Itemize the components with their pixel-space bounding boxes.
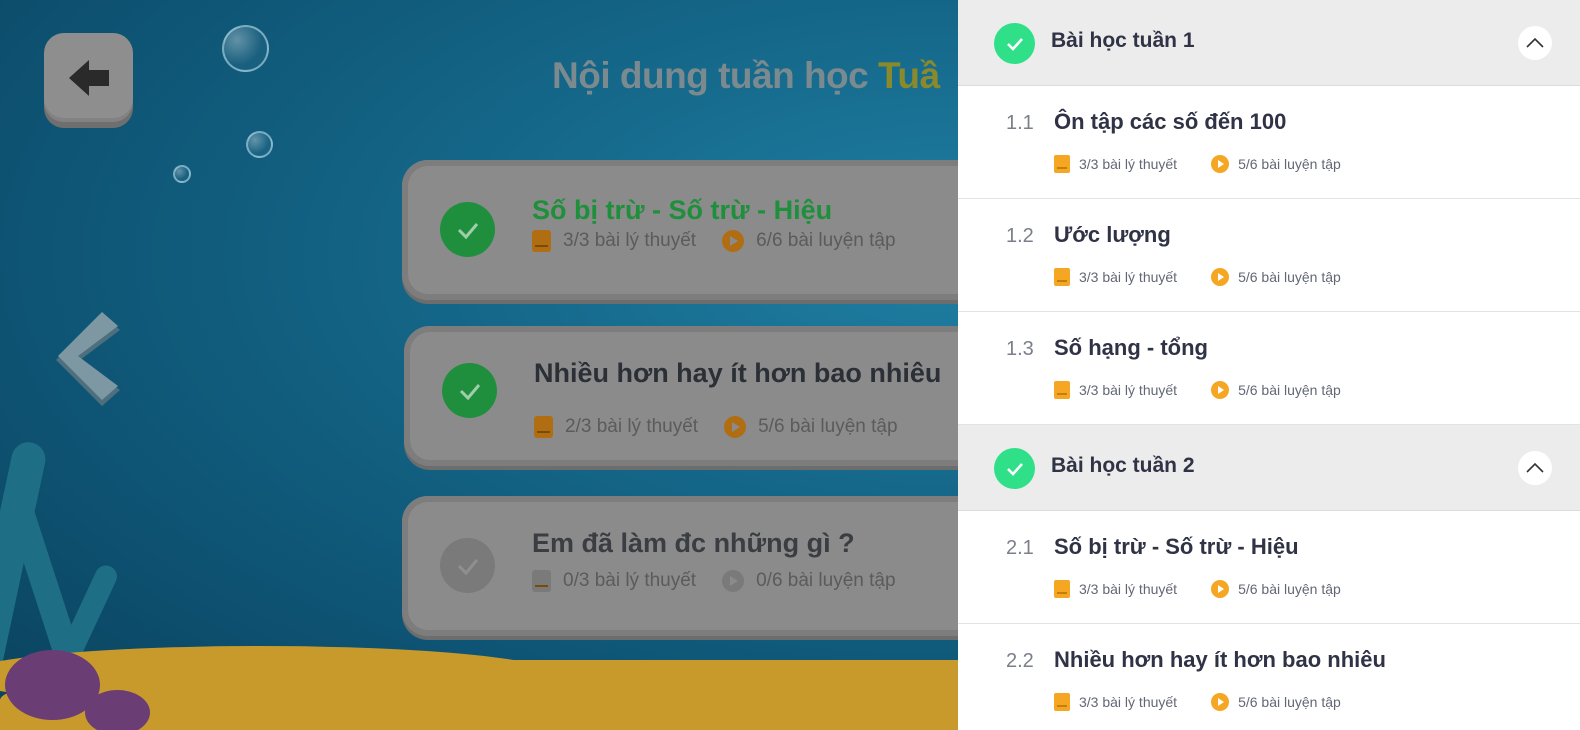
lesson-meta: 3/3 bài lý thuyết 5/6 bài luyện tập: [1054, 693, 1341, 711]
practice-count: 5/6 bài luyện tập: [1238, 694, 1341, 710]
lesson-number: 2.2: [1006, 650, 1034, 672]
play-icon: [1211, 155, 1230, 173]
practice-count: 5/6 bài luyện tập: [1238, 382, 1341, 398]
practice-count: 6/6 bài luyện tập: [756, 230, 896, 251]
theory-count: 0/3 bài lý thuyết: [563, 570, 697, 591]
lesson-card-title: Số bị trừ - Số trừ - Hiệu: [532, 195, 833, 225]
lesson-number: 1.3: [1006, 338, 1034, 360]
lesson-card-meta: 0/3 bài lý thuyết 0/6 bài luyện tập: [532, 570, 896, 592]
week-lessons-panel: Bài học tuần 1 1.1 Ôn tập các số đến 100…: [958, 0, 1580, 730]
chevron-up-icon[interactable]: [1518, 451, 1552, 485]
book-icon: [1054, 580, 1070, 598]
book-icon: [1054, 693, 1070, 711]
theory-count: 2/3 bài lý thuyết: [565, 416, 699, 437]
check-circle-icon: [994, 23, 1035, 64]
lesson-card-meta: 2/3 bài lý thuyết 5/6 bài luyện tập: [534, 416, 898, 438]
bubble-decoration: [222, 25, 269, 72]
lesson-number: 2.1: [1006, 537, 1034, 559]
coral-decoration: [85, 690, 150, 730]
page-title-main: Nội dung tuần học: [552, 55, 869, 96]
lesson-row[interactable]: 2.2 Nhiều hơn hay ít hơn bao nhiêu 3/3 b…: [958, 624, 1580, 730]
theory-count: 3/3 bài lý thuyết: [1079, 156, 1178, 172]
chevron-up-icon[interactable]: [1518, 26, 1552, 60]
book-icon: [1054, 155, 1070, 173]
lesson-card-title: Em đã làm đc những gì ?: [532, 528, 855, 558]
back-button[interactable]: [44, 33, 133, 122]
practice-count: 5/6 bài luyện tập: [1238, 581, 1341, 597]
check-circle-icon: [442, 363, 497, 418]
lesson-title: Số hạng - tổng: [1054, 335, 1208, 360]
check-circle-icon: [440, 538, 495, 593]
theory-count: 3/3 bài lý thuyết: [1079, 382, 1178, 398]
practice-count: 5/6 bài luyện tập: [1238, 269, 1341, 285]
practice-count: 5/6 bài luyện tập: [758, 416, 898, 437]
lesson-meta: 3/3 bài lý thuyết 5/6 bài luyện tập: [1054, 268, 1341, 286]
lesson-number: 1.2: [1006, 225, 1034, 247]
theory-count: 3/3 bài lý thuyết: [1079, 581, 1178, 597]
bubble-decoration: [173, 165, 191, 183]
lesson-meta: 3/3 bài lý thuyết 5/6 bài luyện tập: [1054, 381, 1341, 399]
lesson-title: Ôn tập các số đến 100: [1054, 109, 1287, 134]
play-icon: [1211, 268, 1230, 286]
lesson-row[interactable]: 1.1 Ôn tập các số đến 100 3/3 bài lý thu…: [958, 86, 1580, 199]
book-icon: [532, 570, 551, 592]
lesson-card[interactable]: Em đã làm đc những gì ? 0/3 bài lý thuyế…: [402, 496, 1022, 636]
lesson-title: Ước lượng: [1054, 222, 1171, 247]
week-header[interactable]: Bài học tuần 1: [958, 0, 1580, 86]
week-header[interactable]: Bài học tuần 2: [958, 425, 1580, 511]
page-title: Nội dung tuần học Tuầ: [552, 55, 940, 97]
check-circle-icon: [440, 202, 495, 257]
play-icon: [724, 416, 747, 438]
check-circle-icon: [994, 448, 1035, 489]
week-title: Bài học tuần 1: [1051, 29, 1195, 52]
chevron-left-icon[interactable]: [52, 310, 122, 410]
lesson-title: Nhiều hơn hay ít hơn bao nhiêu: [1054, 647, 1386, 672]
lesson-row[interactable]: 1.2 Ước lượng 3/3 bài lý thuyết 5/6 bài …: [958, 199, 1580, 312]
bubble-decoration: [246, 131, 273, 158]
lesson-title: Số bị trừ - Số trừ - Hiệu: [1054, 534, 1299, 559]
theory-count: 3/3 bài lý thuyết: [1079, 269, 1178, 285]
play-icon: [1211, 381, 1230, 399]
lesson-card-meta: 3/3 bài lý thuyết 6/6 bài luyện tập: [532, 230, 896, 252]
play-icon: [722, 570, 745, 592]
arrow-left-icon: [68, 59, 109, 96]
lesson-row[interactable]: 1.3 Số hạng - tổng 3/3 bài lý thuyết 5/6…: [958, 312, 1580, 425]
week-title: Bài học tuần 2: [1051, 454, 1195, 477]
play-icon: [722, 230, 745, 252]
book-icon: [1054, 381, 1070, 399]
practice-count: 5/6 bài luyện tập: [1238, 156, 1341, 172]
lesson-card-title: Nhiều hơn hay ít hơn bao nhiêu: [534, 358, 942, 388]
sand-floor: [0, 646, 1000, 730]
theory-count: 3/3 bài lý thuyết: [1079, 694, 1178, 710]
lesson-meta: 3/3 bài lý thuyết 5/6 bài luyện tập: [1054, 580, 1341, 598]
book-icon: [1054, 268, 1070, 286]
page-title-highlight: Tuầ: [878, 55, 940, 96]
lesson-card[interactable]: Số bị trừ - Số trừ - Hiệu 3/3 bài lý thu…: [402, 160, 1022, 300]
book-icon: [534, 416, 553, 438]
lesson-number: 1.1: [1006, 112, 1034, 134]
play-icon: [1211, 693, 1230, 711]
practice-count: 0/6 bài luyện tập: [756, 570, 896, 591]
play-icon: [1211, 580, 1230, 598]
book-icon: [532, 230, 551, 252]
lesson-row[interactable]: 2.1 Số bị trừ - Số trừ - Hiệu 3/3 bài lý…: [958, 511, 1580, 624]
lesson-card[interactable]: Nhiều hơn hay ít hơn bao nhiêu 2/3 bài l…: [404, 326, 1024, 466]
theory-count: 3/3 bài lý thuyết: [563, 230, 697, 251]
lesson-meta: 3/3 bài lý thuyết 5/6 bài luyện tập: [1054, 155, 1341, 173]
